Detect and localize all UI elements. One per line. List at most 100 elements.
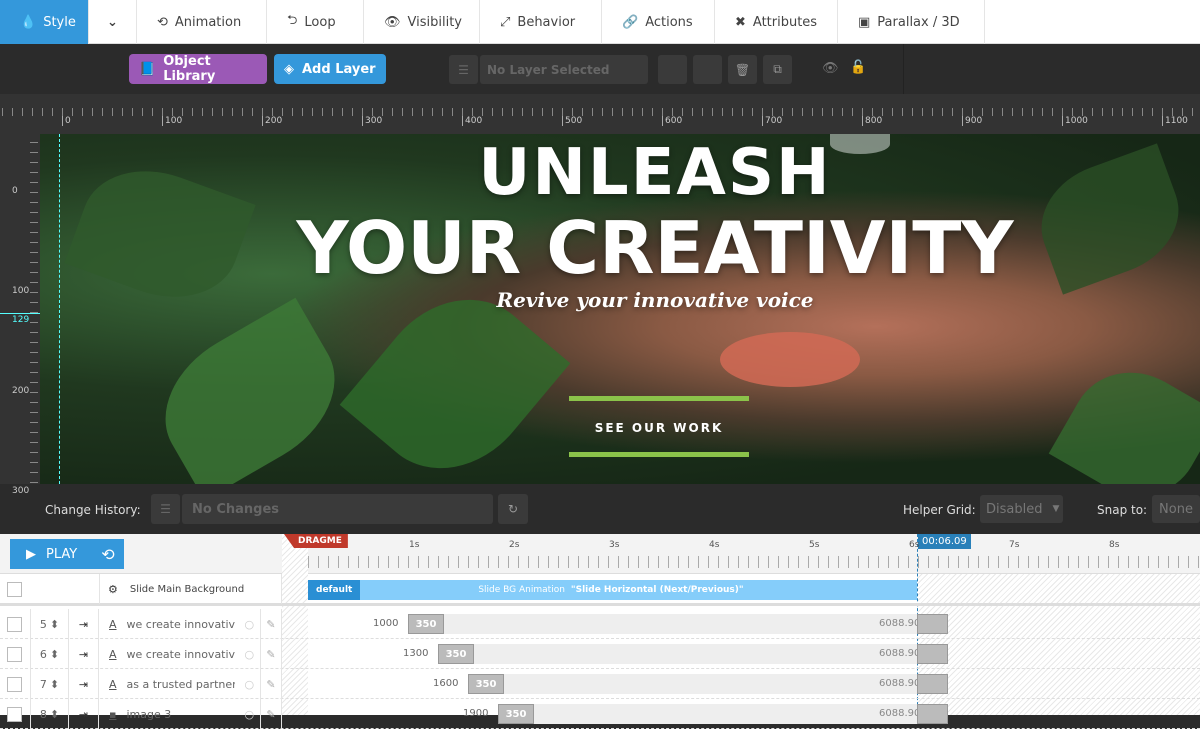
layer-in-keyframe[interactable]: 350 [468, 674, 504, 694]
dragme-handle[interactable]: DRAGME [284, 534, 348, 548]
layer-bar[interactable] [438, 644, 917, 664]
sort-icon[interactable]: ⬍ [50, 708, 59, 721]
play-button[interactable]: ▶ PLAY ⟲ [10, 539, 124, 569]
tab-loop[interactable]: ⮌ Loop [267, 0, 364, 44]
layer-out-keyframe[interactable] [917, 704, 948, 724]
snap-to-label: Snap to: [1097, 503, 1148, 517]
object-library-button[interactable]: 📘 Object Library [129, 54, 267, 84]
unlock-icon[interactable]: 🔓 [850, 60, 866, 75]
style-dropdown-button[interactable]: ⌄ [89, 0, 137, 44]
layer-out-keyframe[interactable] [917, 614, 948, 634]
sort-icon[interactable]: ⬍ [50, 678, 59, 691]
layer-start: 1300 [403, 648, 429, 659]
align-icon[interactable]: ⇥ [79, 678, 88, 691]
layer-name[interactable]: we create innovativ [127, 618, 235, 631]
pencil-icon[interactable]: ✎ [266, 618, 275, 631]
link-icon: 🔗 [622, 14, 639, 30]
slide-title-line1[interactable]: UNLEASH [75, 136, 1200, 210]
snap-to-select[interactable]: None [1152, 495, 1200, 523]
ruler-v-label: 100 [12, 286, 30, 296]
time-tick-label: 2s [509, 540, 520, 550]
tab-behavior[interactable]: ⤢ Behavior [480, 0, 602, 44]
tab-actions[interactable]: 🔗 Actions [602, 0, 715, 44]
layer-order: 5 [39, 617, 47, 631]
circle-icon[interactable]: ○ [244, 708, 254, 721]
image-layer-icon: ▪ [109, 707, 117, 721]
pencil-icon[interactable]: ✎ [266, 678, 275, 691]
layer-name[interactable]: image 3 [126, 708, 234, 721]
ruler-h-label: 500 [562, 116, 582, 126]
history-select[interactable]: No Changes [182, 494, 493, 524]
history-menu-icon[interactable]: ☰ [151, 494, 180, 524]
duplicate-icon[interactable]: ⧉ [763, 55, 792, 84]
layer-menu-icon[interactable]: ☰ [449, 55, 478, 84]
slide-subtitle[interactable]: Revive your innovative voice [75, 288, 1200, 312]
layer-row[interactable]: 8 ⬍ ⇥ ▪ image 3 ○ ✎ 1900 350 6088.90625 [0, 699, 1200, 729]
layer-bar[interactable] [408, 614, 917, 634]
pencil-icon[interactable]: ✎ [266, 648, 275, 661]
bg-animation-bar[interactable]: default Slide BG Animation "Slide Horizo… [308, 580, 917, 600]
undo-icon[interactable]: ↻ [498, 494, 528, 524]
layer-order: 6 [39, 647, 47, 661]
time-tick-label: 5s [809, 540, 820, 550]
align-icon[interactable]: ⇥ [79, 648, 88, 661]
bg-checkbox[interactable] [7, 581, 22, 597]
add-layer-button[interactable]: ◈ Add Layer [274, 54, 386, 84]
sort-icon[interactable]: ⬍ [50, 618, 59, 631]
layer-in-keyframe[interactable]: 350 [438, 644, 474, 664]
time-tick-label: 1s [409, 540, 420, 550]
helper-grid-label: Helper Grid: [903, 503, 976, 517]
tab-visibility[interactable]: 👁 Visibility [364, 0, 480, 44]
layer-in-keyframe[interactable]: 350 [408, 614, 444, 634]
layer-name[interactable]: as a trusted partner [127, 678, 235, 691]
tools-icon: ✖ [735, 14, 746, 30]
layer-out-keyframe[interactable] [917, 644, 948, 664]
layer-name[interactable]: we create innovativ [127, 648, 235, 661]
tab-parallax[interactable]: ▣ Parallax / 3D [838, 0, 985, 44]
ruler-v-label: 300 [12, 486, 30, 496]
ruler-h-label: 1100 [1162, 116, 1188, 126]
book-icon: 📘 [139, 61, 156, 77]
see-our-work-button[interactable]: SEE OUR WORK [569, 421, 749, 435]
pencil-icon[interactable]: ✎ [266, 708, 275, 721]
layer-in-keyframe[interactable]: 350 [498, 704, 534, 724]
layer-bar[interactable] [468, 674, 917, 694]
align-icon[interactable]: ⇥ [79, 708, 88, 721]
trash-icon[interactable]: 🗑 [728, 55, 757, 84]
tab-attributes[interactable]: ✖ Attributes [715, 0, 838, 44]
chevron-down-icon: ⌄ [107, 14, 118, 30]
layer-row[interactable]: 6 ⬍ ⇥ Awe create innovativ ○ ✎ 1300 350 60… [0, 639, 1200, 669]
layer-action-2[interactable] [693, 55, 722, 84]
image-icon: ▣ [858, 14, 871, 30]
tab-style[interactable]: 💧 Style [0, 0, 89, 44]
layer-checkbox[interactable] [7, 676, 22, 692]
slide-canvas[interactable]: UNLEASH YOUR CREATIVITY Revive your inno… [40, 134, 1200, 484]
horizontal-ruler [0, 94, 1200, 134]
ruler-h-label: 200 [262, 116, 282, 126]
layer-out-keyframe[interactable] [917, 674, 948, 694]
tab-animation[interactable]: ⟲ Animation [137, 0, 267, 44]
slide-title-line2[interactable]: YOUR CREATIVITY [75, 206, 1200, 290]
circle-icon[interactable]: ○ [245, 648, 255, 661]
layer-checkbox[interactable] [7, 706, 22, 722]
history-icon[interactable]: ⟲ [101, 545, 114, 564]
loop-icon: ⮌ [287, 13, 298, 28]
circle-icon[interactable]: ○ [245, 618, 255, 631]
eye-icon[interactable]: 👁 [822, 61, 839, 76]
align-icon[interactable]: ⇥ [79, 618, 88, 631]
circle-icon[interactable]: ○ [245, 678, 255, 691]
layer-bar[interactable] [498, 704, 917, 724]
layer-row[interactable]: 7 ⬍ ⇥ Aas a trusted partner ○ ✎ 1600 350 6… [0, 669, 1200, 699]
ruler-v-label: 200 [12, 386, 30, 396]
ruler-v-label: 0 [12, 186, 18, 196]
layer-select[interactable]: No Layer Selected [480, 55, 648, 84]
layer-checkbox[interactable] [7, 646, 22, 662]
ruler-marker [0, 313, 40, 314]
layer-start: 1600 [433, 678, 459, 689]
layer-row[interactable]: 5 ⬍ ⇥ Awe create innovativ ○ ✎ 1000 350 60… [0, 609, 1200, 639]
helper-grid-select[interactable]: Disabled ▼ [980, 495, 1063, 523]
sort-icon[interactable]: ⬍ [50, 648, 59, 661]
current-time-badge: 00:06.09 [918, 534, 971, 549]
layer-action-1[interactable] [658, 55, 687, 84]
layer-checkbox[interactable] [7, 616, 22, 632]
